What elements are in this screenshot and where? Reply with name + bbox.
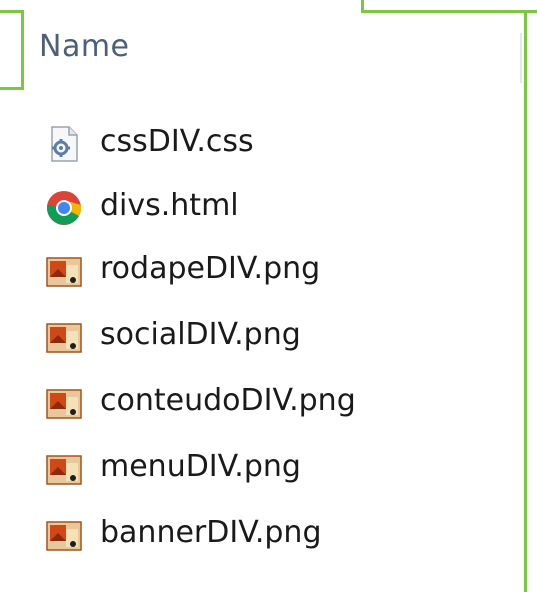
chrome-html-file-icon <box>47 191 82 225</box>
png-image-file-icon <box>46 389 82 419</box>
png-image-file-icon <box>46 521 82 551</box>
file-name: rodapeDIV.png <box>100 251 321 286</box>
screenshot-frame: Name cssDIV.css divs.html rodapeDIV.png … <box>0 0 537 592</box>
file-row-bannerDIV[interactable]: bannerDIV.png <box>24 507 524 567</box>
file-name: divs.html <box>100 188 239 223</box>
column-header-label: Name <box>39 29 130 64</box>
css-file-icon <box>51 126 78 162</box>
file-row-rodapeDIV[interactable]: rodapeDIV.png <box>24 243 524 303</box>
column-header-name[interactable]: Name <box>24 13 524 83</box>
file-row-cssDIV[interactable]: cssDIV.css <box>24 116 524 176</box>
png-image-file-icon <box>46 323 82 353</box>
file-name: bannerDIV.png <box>100 515 322 550</box>
png-image-file-icon <box>46 455 82 485</box>
file-name: cssDIV.css <box>100 124 254 159</box>
layout-outline <box>524 10 527 592</box>
file-row-conteudoDIV[interactable]: conteudoDIV.png <box>24 375 524 435</box>
file-name: conteudoDIV.png <box>100 383 356 418</box>
file-row-divs[interactable]: divs.html <box>24 180 524 240</box>
file-name: socialDIV.png <box>100 317 301 352</box>
file-name: menuDIV.png <box>100 449 301 484</box>
column-divider[interactable] <box>520 33 522 83</box>
layout-outline <box>0 87 24 90</box>
file-row-menuDIV[interactable]: menuDIV.png <box>24 441 524 501</box>
file-explorer-panel: Name cssDIV.css divs.html rodapeDIV.png … <box>24 13 524 592</box>
file-row-socialDIV[interactable]: socialDIV.png <box>24 309 524 369</box>
png-image-file-icon <box>46 257 82 287</box>
